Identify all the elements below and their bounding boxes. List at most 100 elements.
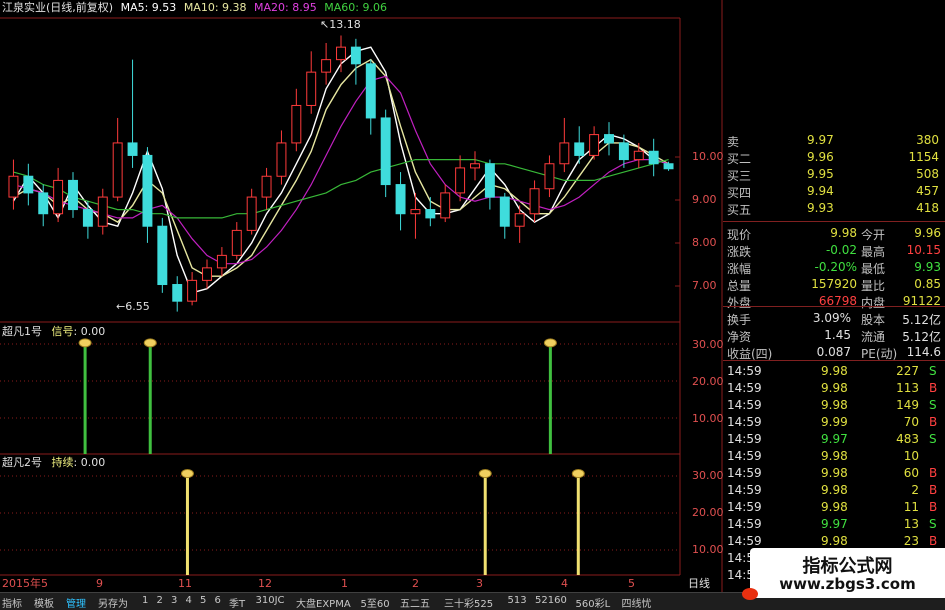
indicator-tab[interactable]: 1 [142, 595, 148, 606]
tick-time: 14:59 [727, 432, 762, 446]
tick-row: 14:59 9.98 227 S [723, 362, 945, 379]
fund-row: 换手 3.09% 股本 5.12亿 [723, 309, 945, 327]
indicator-tab[interactable]: 另存为 [98, 595, 128, 610]
indicator-tab[interactable]: 三十彩525 [444, 595, 493, 610]
candle-body [395, 184, 406, 215]
indicator-tab[interactable]: 5 [200, 595, 206, 606]
candle-body [157, 225, 168, 286]
indicator-tab[interactable]: 2 [157, 595, 163, 606]
candle [261, 167, 272, 210]
indicator-tab[interactable]: 管理 [66, 595, 86, 610]
candle-body [455, 167, 466, 194]
tick-price: 9.99 [821, 415, 848, 429]
indicator-tab[interactable]: 513 [508, 595, 527, 606]
indicator-tab[interactable]: 季T [229, 595, 245, 610]
tick-time: 14:59 [727, 483, 762, 497]
price-tick: 9.00 [692, 193, 717, 206]
indicator-tab[interactable]: 5至60 [361, 595, 390, 610]
tick-side: S [929, 364, 937, 378]
candle-body [663, 163, 674, 170]
indicator-tab[interactable]: 4 [186, 595, 192, 606]
candle-body [336, 46, 346, 61]
indicator2-series: 持续 [51, 456, 74, 469]
candle [574, 126, 585, 164]
candle-body [350, 46, 361, 65]
bid-label: 买五 [727, 203, 752, 217]
stock-name: 江泉实业(日线,前复权) [2, 1, 114, 14]
stat-row: 涨跌 -0.02 最高 10.15 [723, 241, 945, 259]
candle-body [216, 254, 227, 269]
candle-body [202, 267, 212, 281]
indicator-tab[interactable]: 指标 [2, 595, 22, 610]
candle [127, 59, 138, 168]
candle [589, 126, 600, 160]
indicator-tab[interactable]: 310JC [256, 595, 285, 606]
tick-side: S [929, 432, 937, 446]
stat-row: 总量 157920 量比 0.85 [723, 275, 945, 293]
candle [648, 138, 659, 177]
quote-panel: 卖 9.97 380 买二 9.96 1154 买三 9.95 508 买四 9.94 457 买… [723, 133, 945, 591]
tick-side: S [929, 517, 937, 531]
stat-value: -0.20% [814, 260, 857, 274]
indicator1-header: 超凡1号 信号: 0.00 [2, 325, 106, 338]
indicator-tab[interactable]: 6 [215, 595, 221, 606]
candle [529, 180, 540, 223]
period-label[interactable]: 日线 [688, 578, 710, 590]
fund-row: 收益(四) 0.087 PE(动) 114.6 [723, 343, 945, 361]
candle [187, 272, 198, 306]
bid-row: 买三 9.95 508 [723, 165, 945, 183]
tick-side: S [929, 398, 937, 412]
bid-price: 9.96 [807, 150, 834, 164]
tick-price: 9.98 [821, 381, 848, 395]
candle-body [380, 117, 391, 186]
candle [38, 184, 49, 227]
candle [544, 155, 555, 198]
tick-volume: 227 [896, 364, 919, 378]
candle [53, 167, 64, 223]
tick-row: 14:59 9.98 60 B [723, 464, 945, 481]
indicator-tab[interactable]: 五二五 [400, 595, 430, 610]
tick-side: B [929, 415, 938, 429]
candle [336, 35, 346, 73]
indicator-tab[interactable]: 560彩L [576, 595, 611, 610]
candle [380, 109, 391, 198]
candle [216, 247, 227, 277]
tick-volume: 149 [896, 398, 919, 412]
tick-price: 9.98 [821, 483, 848, 497]
tick-price: 9.97 [821, 432, 848, 446]
indicator1-series: 信号 [51, 325, 74, 338]
tick-side: B [929, 483, 938, 497]
indicator-tab[interactable]: 模板 [34, 595, 54, 610]
bid-price: 9.93 [807, 201, 834, 215]
candle [112, 117, 123, 202]
tick-price: 9.98 [821, 466, 848, 480]
ind1-tick: 30.00 [692, 338, 724, 351]
indicator-tab[interactable]: 52160 [535, 595, 567, 606]
candle-body [499, 196, 510, 227]
tick-time: 14:59 [727, 398, 762, 412]
indicator-tab[interactable]: 四线忧 [622, 595, 652, 610]
tick-side: B [929, 381, 938, 395]
ma5-label: MA5: 9.53 [120, 1, 177, 14]
tick-volume: 70 [903, 415, 919, 429]
ind1-tick: 20.00 [692, 375, 724, 388]
tick-row: 14:59 9.98 11 B [723, 498, 945, 515]
tick-volume: 11 [903, 500, 919, 514]
bid-volume: 508 [916, 167, 939, 181]
candle-body [8, 175, 19, 198]
indicator-tab[interactable]: 大盘EXPMA [296, 595, 351, 610]
ind1-tick: 10.00 [692, 412, 724, 425]
divider [723, 360, 945, 361]
bid-row: 买四 9.94 457 [723, 182, 945, 200]
indicator-tab[interactable]: 3 [171, 595, 177, 606]
candle [202, 259, 212, 289]
ind2-tick: 10.00 [692, 543, 724, 556]
candle-body [23, 175, 34, 194]
candle-body [484, 163, 495, 198]
candle-body [559, 142, 570, 165]
stock-chart-window: 江泉实业(日线,前复权) MA5: 9.53 MA10: 9.38 MA20: … [0, 0, 945, 610]
date-tick: 11 [178, 577, 192, 590]
candle-body [261, 175, 272, 198]
chart-header: 江泉实业(日线,前复权) MA5: 9.53 MA10: 9.38 MA20: … [2, 2, 387, 14]
tick-row: 14:59 9.98 10 [723, 447, 945, 464]
